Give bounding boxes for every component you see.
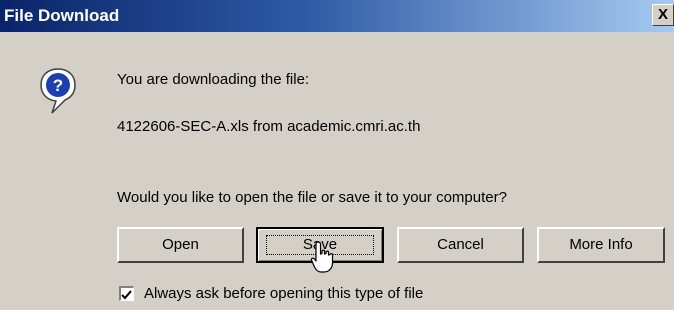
close-icon: X [657,6,668,23]
title-bar[interactable]: File Download X [0,0,674,32]
cancel-button[interactable]: Cancel [397,227,524,263]
always-ask-label[interactable]: Always ask before opening this type of f… [144,285,423,302]
open-button[interactable]: Open [117,227,244,263]
file-download-dialog: File Download X ? You are downloading th… [0,0,674,310]
checkmark-icon [121,290,132,300]
file-source-text: 4122606-SEC-A.xls from academic.cmri.ac.… [117,118,421,135]
window-title: File Download [4,6,120,25]
close-button[interactable]: X [652,4,674,26]
open-or-save-question: Would you like to open the file or save … [117,189,507,206]
more-info-button[interactable]: More Info [537,227,665,263]
svg-text:?: ? [53,76,63,95]
always-ask-checkbox[interactable] [119,286,134,301]
download-intro-text: You are downloading the file: [117,71,310,88]
question-balloon-icon: ? [40,68,76,114]
hand-pointer-cursor-icon [310,241,334,273]
